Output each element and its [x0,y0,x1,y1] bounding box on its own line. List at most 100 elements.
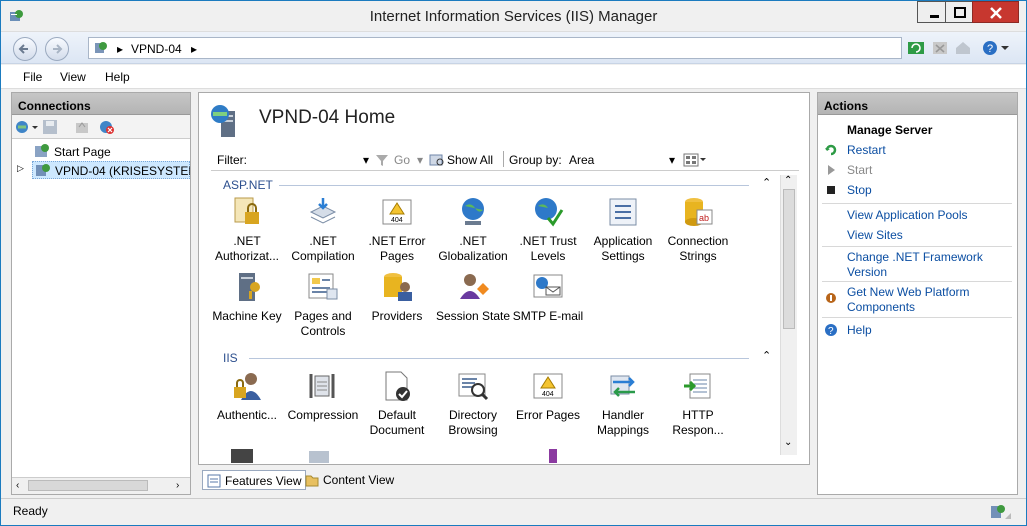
status-bar: Ready [1,498,1026,525]
restart-icon [824,143,838,157]
default-document-icon [381,370,413,402]
features-vscrollbar[interactable]: ⌃ ⌄ [780,175,797,455]
feature-error-pages[interactable]: 404 Error Pages [510,370,586,423]
feature-pages-and-controls[interactable]: Pages and Controls [285,271,361,339]
menu-view[interactable]: View [60,70,86,84]
window-title: Internet Information Services (IIS) Mana… [369,8,658,25]
show-all-button[interactable]: Show All [447,153,493,167]
feature-dotnet-compilation[interactable]: .NET Compilation [285,196,361,264]
go-button[interactable]: Go [394,153,410,167]
providers-icon [381,271,413,303]
web-platform-icon [824,291,838,305]
tab-features-view[interactable]: Features View [202,470,307,491]
filter-dropdown-icon[interactable]: ▾ [363,153,369,167]
action-view-sites[interactable]: View Sites [847,228,903,243]
feature-dotnet-error-pages[interactable]: 404 .NET Error Pages [359,196,435,264]
save-icon[interactable] [42,119,58,138]
feature-dotnet-authorization[interactable]: .NET Authorizat... [209,196,285,264]
address-bar[interactable]: ▸ VPND-04 ▸ [88,37,902,59]
feature-directory-browsing[interactable]: Directory Browsing [435,370,511,438]
delete-connection-icon[interactable] [98,119,116,138]
expand-icon[interactable]: ▷ [17,163,24,174]
http-response-headers-icon [682,370,714,402]
action-change-dotnet-framework[interactable]: Change .NET Framework Version [847,250,1007,280]
svg-text:?: ? [987,43,993,55]
go-dropdown-icon[interactable]: ▾ [417,153,423,167]
actions-header: Actions [818,93,1017,115]
collapse-iis-icon[interactable]: ⌃ [762,349,771,362]
tree-item-server[interactable]: VPND-04 (KRISESYSTEMS\ [32,161,190,179]
close-button[interactable] [972,1,1019,23]
action-start[interactable]: Start [847,163,872,178]
pages-and-controls-icon [307,271,339,303]
scroll-thumb[interactable] [783,189,795,329]
scroll-up-icon[interactable]: ⌃ [784,175,792,186]
title-bar: Internet Information Services (IIS) Mana… [1,1,1026,32]
group-by-dropdown-icon[interactable]: ▾ [669,153,675,167]
breadcrumb-chevron-icon[interactable]: ▸ [191,42,197,56]
connections-hscrollbar[interactable]: ‹ › [12,477,190,494]
tab-content-view[interactable]: Content View [301,470,398,490]
section-aspnet-header: ASP.NET [223,178,273,192]
stop-nav-icon[interactable] [931,39,949,57]
feature-connection-strings[interactable]: ab Connection Strings [660,196,736,264]
scroll-down-icon[interactable]: ⌄ [784,437,792,448]
server-home-icon [209,103,245,142]
connect-icon[interactable] [15,119,39,138]
feature-http-response-headers[interactable]: HTTP Respon... [660,370,736,438]
help-icon: ? [824,323,838,337]
feature-handler-mappings[interactable]: Handler Mappings [585,370,661,438]
breadcrumb-server[interactable]: VPND-04 [131,42,182,56]
group-by-select[interactable]: Area [569,153,594,167]
action-help[interactable]: Help [847,323,872,338]
menu-file[interactable]: File [23,70,42,84]
feature-session-state[interactable]: Session State [435,271,511,324]
directory-browsing-icon [457,370,489,402]
scroll-right-icon[interactable]: › [176,480,179,491]
collapse-aspnet-icon[interactable]: ⌃ [762,176,771,189]
features-view-icon [207,474,221,491]
compression-icon [307,370,339,402]
show-all-icon[interactable] [429,153,445,170]
action-stop[interactable]: Stop [847,183,872,198]
action-view-application-pools[interactable]: View Application Pools [847,208,968,223]
dotnet-globalization-icon [457,196,489,228]
feature-dotnet-globalization[interactable]: .NET Globalization [435,196,511,264]
section-divider [249,358,749,359]
feature-smtp-email[interactable]: SMTP E-mail [510,271,586,324]
scroll-left-icon[interactable]: ‹ [16,480,19,491]
forward-button[interactable] [45,37,69,61]
scroll-thumb[interactable] [28,480,148,491]
action-restart[interactable]: Restart [847,143,886,158]
view-mode-icon[interactable] [683,153,707,170]
session-state-icon [457,271,489,303]
feature-machine-key[interactable]: Machine Key [209,271,285,324]
actions-separator [822,246,1012,247]
go-icon[interactable] [375,153,389,170]
svg-text:404: 404 [391,217,403,224]
dotnet-authorization-icon [231,196,263,228]
error-pages-icon: 404 [532,370,564,402]
feature-compression[interactable]: Compression [285,370,361,423]
view-tabs: Features View Content View [198,467,810,493]
machine-key-icon [231,271,263,303]
filter-input[interactable] [251,150,381,168]
feature-dotnet-trust-levels[interactable]: .NET Trust Levels [510,196,586,264]
home-icon[interactable] [954,39,972,57]
up-icon[interactable] [74,119,90,138]
feature-application-settings[interactable]: Application Settings [585,196,661,264]
svg-text:?: ? [828,326,834,337]
feature-default-document[interactable]: Default Document [359,370,435,438]
manage-server-heading: Manage Server [847,123,933,137]
start-page-icon [32,143,50,162]
status-server-icon [989,503,1013,524]
refresh-icon[interactable] [907,39,925,57]
server-icon [94,41,108,58]
feature-authentication[interactable]: Authentic... [209,370,285,423]
help-dropdown-icon[interactable]: ? [981,39,1013,57]
action-get-web-platform-components[interactable]: Get New Web Platform Components [847,285,1007,315]
svg-text:404: 404 [542,391,554,398]
menu-help[interactable]: Help [105,70,130,84]
back-button[interactable] [13,37,37,61]
feature-providers[interactable]: Providers [359,271,435,324]
